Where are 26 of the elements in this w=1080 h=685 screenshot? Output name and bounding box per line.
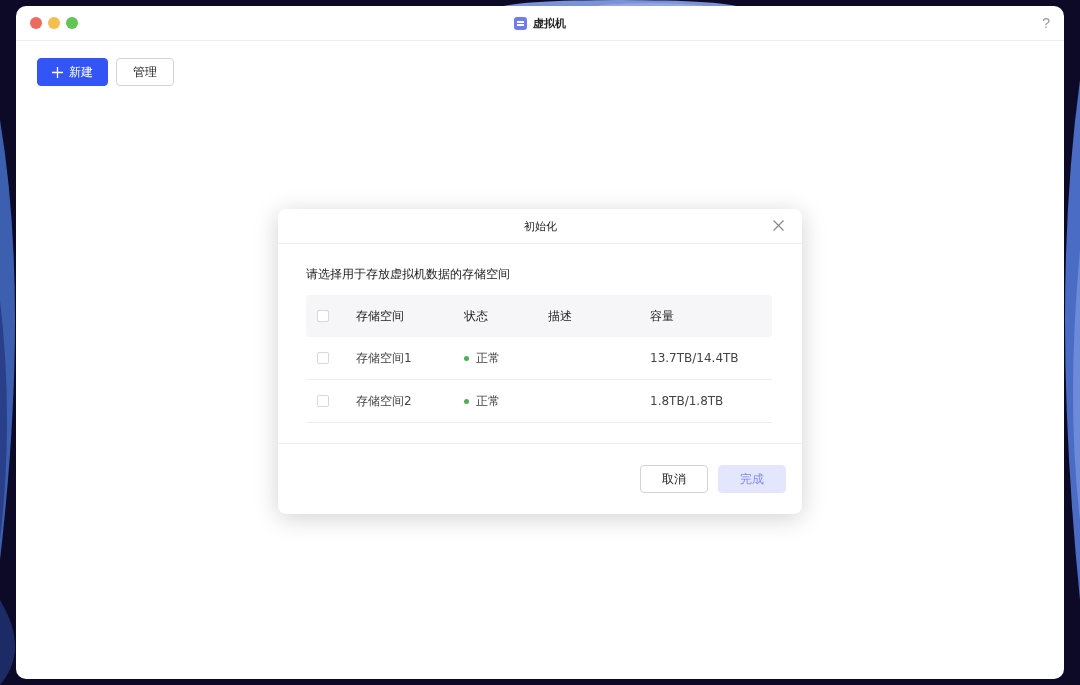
help-button[interactable]: ? xyxy=(1042,15,1050,31)
column-header: 容量 xyxy=(650,307,675,325)
table-cell-text: 1.8TB/1.8TB xyxy=(650,394,725,408)
select-all-checkbox[interactable] xyxy=(317,310,329,322)
instruction-text: 请选择用于存放虚拟机数据的存储空间 xyxy=(306,266,511,283)
close-window-button[interactable] xyxy=(30,17,42,29)
window-title: 虚拟机 xyxy=(533,15,566,31)
dialog-button[interactable]: 取消 xyxy=(640,465,708,493)
toolbar-button[interactable]: 管理 xyxy=(116,58,174,86)
minimize-button[interactable] xyxy=(48,17,60,29)
column-header: 描述 xyxy=(548,307,573,325)
dialog-title: 初始化 xyxy=(523,218,557,234)
table-cell-text: 存储空间2 xyxy=(356,392,413,410)
column-header: 状态 xyxy=(464,307,489,325)
row-checkbox[interactable] xyxy=(317,352,329,364)
app-icon xyxy=(514,16,527,30)
column-header: 存储空间 xyxy=(356,307,405,325)
table-cell-text: 存储空间1 xyxy=(356,349,413,367)
zoom-button[interactable] xyxy=(66,17,78,29)
table-cell: 正常 xyxy=(476,392,500,410)
toolbar-button[interactable]: 新建 xyxy=(37,58,108,86)
table-cell: 正常 xyxy=(476,349,500,367)
plus-icon xyxy=(52,66,63,78)
close-icon[interactable] xyxy=(773,220,784,231)
row-checkbox[interactable] xyxy=(317,395,329,407)
table-cell-text: 13.7TB/14.4TB xyxy=(650,351,740,365)
